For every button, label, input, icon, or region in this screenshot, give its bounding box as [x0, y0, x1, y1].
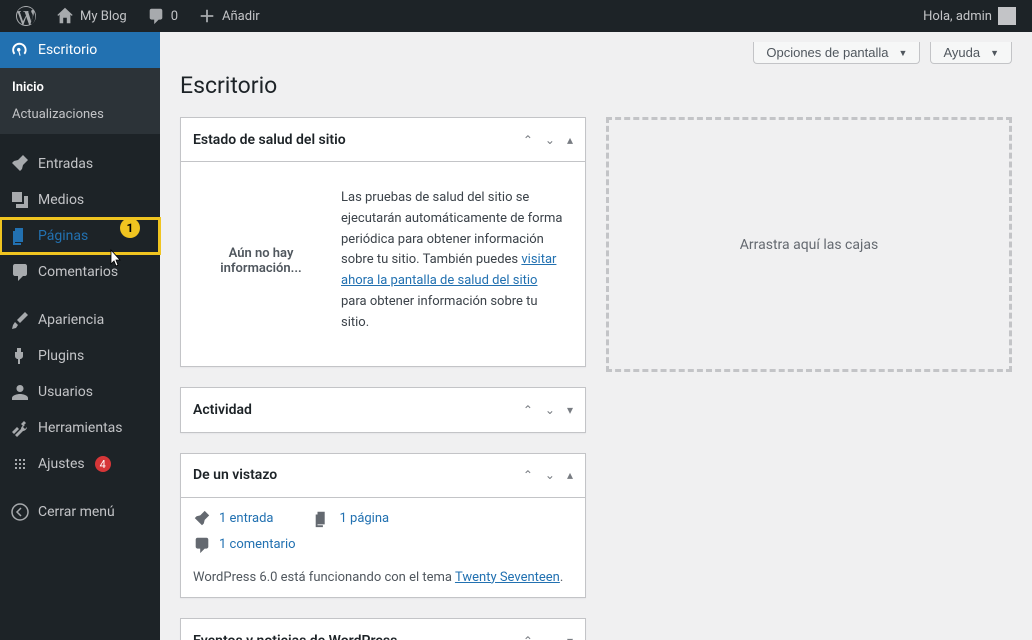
dashboard-label: Escritorio [38, 42, 97, 58]
dashboard-icon [10, 40, 30, 60]
glance-version: WordPress 6.0 está funcionando con el te… [193, 562, 573, 585]
home-icon [56, 7, 74, 25]
screen-options-button[interactable]: Opciones de pantalla [753, 42, 920, 64]
sidebar-item-tools[interactable]: Herramientas [0, 410, 160, 446]
toggle-icon[interactable]: ▴ [567, 468, 573, 482]
settings-badge: 4 [95, 456, 111, 472]
user-greeting[interactable]: Hola, admin [915, 0, 1024, 32]
move-down-icon[interactable]: ⌄ [545, 133, 555, 147]
wordpress-icon [16, 6, 36, 26]
pin-icon [193, 510, 211, 528]
health-status: Aún no hay información... [201, 246, 321, 276]
sidebar-sub-updates[interactable]: Actualizaciones [0, 101, 160, 128]
collapse-icon [10, 502, 30, 522]
sidebar-sub-home[interactable]: Inicio [0, 74, 160, 101]
plugins-label: Plugins [38, 348, 84, 364]
move-up-icon[interactable]: ⌃ [523, 133, 533, 147]
pages-label: Páginas [38, 228, 88, 244]
activity-box: Actividad ⌃ ⌄ ▾ [180, 387, 586, 433]
site-name-label: My Blog [80, 9, 127, 24]
sidebar-item-media[interactable]: Medios [0, 182, 160, 218]
sidebar-item-posts[interactable]: Entradas [0, 146, 160, 182]
wp-logo-menu[interactable] [8, 0, 44, 32]
move-up-icon[interactable]: ⌃ [523, 468, 533, 482]
media-icon [10, 190, 30, 210]
events-box: Eventos y noticias de WordPress ⌃ ⌄ ▾ [180, 618, 586, 640]
greeting-label: Hola, admin [923, 9, 992, 24]
media-label: Medios [38, 192, 84, 208]
pages-icon [10, 226, 30, 246]
posts-label: Entradas [38, 156, 93, 172]
users-icon [10, 382, 30, 402]
add-new-link[interactable]: Añadir [190, 0, 268, 32]
sidebar-item-plugins[interactable]: Plugins [0, 338, 160, 374]
comment-icon [147, 7, 165, 25]
page-title: Escritorio [180, 66, 1012, 117]
move-down-icon[interactable]: ⌄ [545, 403, 555, 417]
settings-icon [10, 454, 30, 474]
sidebar-item-users[interactable]: Usuarios [0, 374, 160, 410]
toggle-icon[interactable]: ▾ [567, 403, 573, 417]
at-a-glance-box: De un vistazo ⌃ ⌄ ▴ 1 entrada [180, 453, 586, 598]
pages-icon [313, 510, 331, 528]
dashboard-submenu: Inicio Actualizaciones [0, 68, 160, 134]
sidebar-item-collapse[interactable]: Cerrar menú [0, 494, 160, 530]
toggle-icon[interactable]: ▾ [567, 634, 573, 640]
move-up-icon[interactable]: ⌃ [523, 403, 533, 417]
widget-dropzone[interactable]: Arrastra aquí las cajas [606, 117, 1012, 372]
pin-icon [10, 154, 30, 174]
move-up-icon[interactable]: ⌃ [523, 634, 533, 640]
comment-icon [193, 536, 211, 554]
plugin-icon [10, 346, 30, 366]
health-description: Las pruebas de salud del sitio se ejecut… [341, 188, 565, 334]
comments-link[interactable]: 0 [139, 0, 186, 32]
move-down-icon[interactable]: ⌄ [545, 468, 555, 482]
admin-sidebar: Escritorio Inicio Actualizaciones Entrad… [0, 32, 160, 640]
comments-label: Comentarios [38, 264, 118, 280]
tools-icon [10, 418, 30, 438]
sidebar-item-comments[interactable]: Comentarios [0, 254, 160, 290]
site-name-link[interactable]: My Blog [48, 0, 135, 32]
users-label: Usuarios [38, 384, 93, 400]
comments-count: 0 [171, 9, 178, 24]
comments-icon [10, 262, 30, 282]
sidebar-item-settings[interactable]: Ajustes 4 [0, 446, 160, 482]
admin-topbar: My Blog 0 Añadir Hola, admin [0, 0, 1032, 32]
sidebar-item-dashboard[interactable]: Escritorio [0, 32, 160, 68]
glance-posts-link[interactable]: 1 entrada [193, 510, 273, 528]
annotation-marker: 1 [120, 218, 140, 238]
plus-icon [198, 7, 216, 25]
avatar [998, 7, 1016, 25]
sidebar-item-appearance[interactable]: Apariencia [0, 302, 160, 338]
theme-link[interactable]: Twenty Seventeen [455, 570, 560, 585]
main-content: Opciones de pantalla Ayuda Escritorio Es… [160, 32, 1032, 640]
appearance-label: Apariencia [38, 312, 104, 328]
events-title: Eventos y noticias de WordPress [193, 633, 397, 640]
site-health-box: Estado de salud del sitio ⌃ ⌄ ▴ Aún no h… [180, 117, 586, 367]
help-button[interactable]: Ayuda [930, 42, 1012, 64]
settings-label: Ajustes [38, 456, 85, 472]
activity-title: Actividad [193, 402, 252, 418]
glance-pages-link[interactable]: 1 página [313, 510, 389, 528]
glance-title: De un vistazo [193, 467, 277, 483]
tools-label: Herramientas [38, 420, 123, 436]
collapse-label: Cerrar menú [38, 504, 115, 520]
glance-comments-link[interactable]: 1 comentario [193, 536, 296, 554]
add-new-label: Añadir [222, 9, 260, 24]
site-health-title: Estado de salud del sitio [193, 132, 346, 148]
move-down-icon[interactable]: ⌄ [545, 634, 555, 640]
brush-icon [10, 310, 30, 330]
toggle-icon[interactable]: ▴ [567, 133, 573, 147]
